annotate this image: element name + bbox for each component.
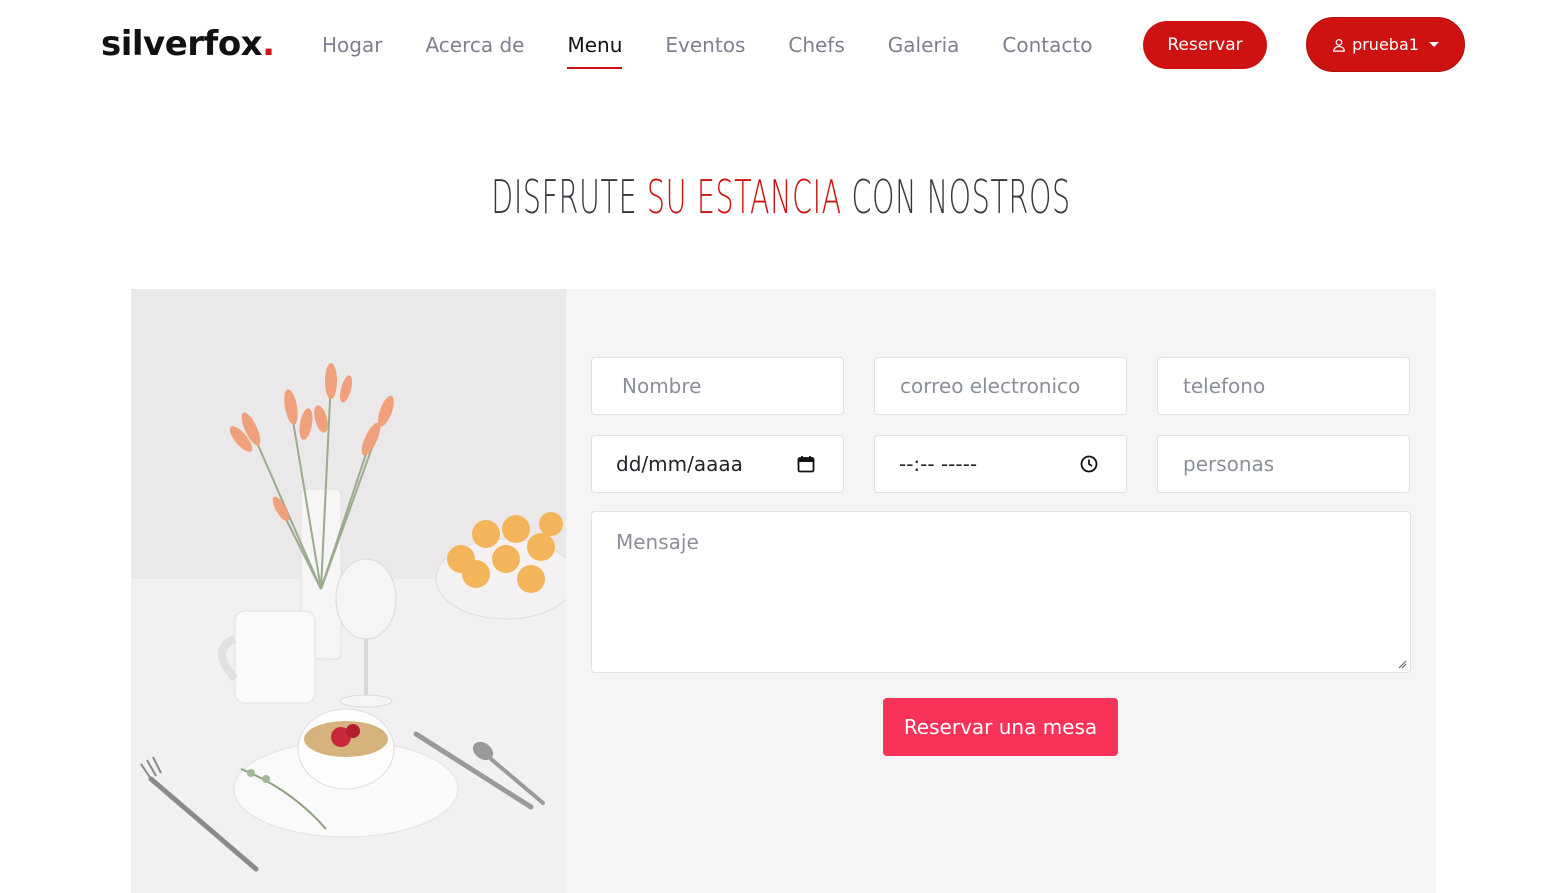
reserve-table-button[interactable]: Reservar una mesa (883, 698, 1118, 756)
nav-acerca-de[interactable]: Acerca de (425, 33, 524, 57)
title-part-1: DISFRUTE (491, 170, 638, 224)
brand-name: silverfox (101, 24, 263, 64)
phone-input[interactable]: telefono (1157, 357, 1410, 415)
user-dropdown-button[interactable]: prueba1 (1306, 17, 1465, 72)
main-nav: Hogar Acerca de Menu Eventos Chefs Galer… (322, 0, 1135, 90)
nav-contacto[interactable]: Contacto (1002, 33, 1092, 57)
title-part-3: CON NOSTROS (851, 170, 1071, 224)
brand-dot: . (262, 24, 275, 64)
resize-handle-icon[interactable] (1397, 659, 1407, 669)
date-input[interactable]: dd/mm/aaaa (591, 435, 844, 493)
name-input[interactable]: Nombre (591, 357, 844, 415)
nav-eventos[interactable]: Eventos (665, 33, 745, 57)
person-icon (1333, 38, 1345, 52)
nav-menu[interactable]: Menu (567, 33, 622, 69)
reservation-card: Nombre correo electronico telefono dd/mm… (131, 289, 1436, 893)
nav-hogar[interactable]: Hogar (322, 33, 382, 57)
chevron-down-icon (1428, 42, 1439, 47)
logo[interactable]: silverfox. (101, 24, 275, 64)
reserve-button[interactable]: Reservar (1143, 21, 1267, 69)
date-value: dd/mm/aaaa (616, 452, 743, 476)
title-part-2: SU ESTANCIA (646, 170, 842, 224)
message-placeholder: Mensaje (616, 530, 699, 554)
message-textarea[interactable]: Mensaje (591, 511, 1411, 673)
header: silverfox. Hogar Acerca de Menu Eventos … (0, 0, 1562, 90)
time-input[interactable]: --:-- ----- (874, 435, 1127, 493)
calendar-icon[interactable] (797, 455, 815, 473)
nav-chefs[interactable]: Chefs (788, 33, 844, 57)
time-value: --:-- ----- (899, 452, 978, 476)
user-name: prueba1 (1352, 35, 1419, 54)
clock-icon[interactable] (1080, 455, 1098, 473)
people-input[interactable]: personas (1157, 435, 1410, 493)
email-input[interactable]: correo electronico (874, 357, 1127, 415)
nav-galeria[interactable]: Galeria (888, 33, 960, 57)
table-setting-photo (131, 289, 566, 893)
table-setting-illustration (131, 289, 566, 893)
section-title: DISFRUTE SU ESTANCIA CON NOSTROS (297, 170, 1265, 224)
